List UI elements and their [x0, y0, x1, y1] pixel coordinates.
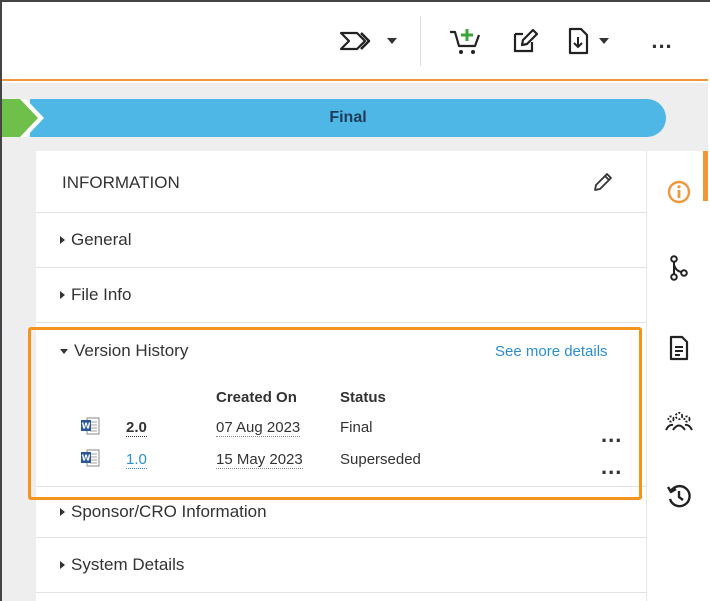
- edit-button[interactable]: [505, 24, 545, 58]
- section-label: System Details: [71, 555, 185, 574]
- version-created-on: 07 Aug 2023: [216, 419, 301, 437]
- information-header: INFORMATION: [36, 151, 646, 213]
- info-tab[interactable]: [664, 177, 694, 207]
- version-status: Final: [340, 419, 373, 436]
- svg-text:W: W: [82, 422, 91, 431]
- download-menu-button[interactable]: [554, 24, 622, 58]
- download-icon: [568, 27, 589, 55]
- column-header-created-on: Created On: [216, 389, 297, 406]
- section-system-details[interactable]: System Details: [36, 538, 646, 593]
- lifecycle-previous-stage[interactable]: [2, 99, 54, 137]
- caret-right-icon: [60, 291, 65, 299]
- section-label: General: [71, 230, 132, 249]
- column-header-status: Status: [340, 389, 386, 406]
- section-sponsor-cro-information[interactable]: Sponsor/CRO Information: [36, 486, 646, 538]
- chevron-down-icon: [387, 38, 397, 44]
- history-icon: [666, 484, 691, 508]
- version-status: Superseded: [340, 451, 421, 468]
- svg-text:W: W: [82, 454, 91, 463]
- relationships-icon: [670, 255, 688, 281]
- lifecycle-stage-final[interactable]: Final: [30, 99, 666, 137]
- more-icon[interactable]: ...: [601, 424, 622, 446]
- toolbar-divider: [420, 16, 421, 66]
- caret-down-icon: [60, 348, 68, 354]
- info-icon: [667, 180, 691, 204]
- add-to-cart-icon: [450, 29, 481, 54]
- document-icon: [669, 335, 689, 361]
- word-document-icon: W: [81, 417, 100, 435]
- edit-icon: [513, 28, 539, 53]
- add-to-cart-button[interactable]: [446, 24, 486, 58]
- right-rail: [646, 151, 708, 601]
- workflow-menu-button[interactable]: [334, 24, 402, 58]
- version-number[interactable]: 1.0: [126, 451, 147, 469]
- relationships-tab[interactable]: [664, 253, 694, 283]
- toolbar: ...: [2, 2, 708, 81]
- lifecycle-stage-label: Final: [329, 109, 367, 126]
- active-tab-indicator: [703, 151, 708, 201]
- people-icon: [665, 411, 693, 431]
- history-tab[interactable]: [664, 481, 694, 511]
- section-label: File Info: [71, 285, 132, 304]
- more-icon[interactable]: ...: [601, 456, 622, 478]
- section-version-history[interactable]: Version History: [60, 341, 188, 361]
- document-tab[interactable]: [664, 333, 694, 363]
- caret-right-icon: [60, 561, 65, 569]
- caret-right-icon: [60, 236, 65, 244]
- section-label: Sponsor/CRO Information: [71, 501, 267, 521]
- section-label: Version History: [74, 341, 189, 360]
- panel-title: INFORMATION: [62, 173, 180, 192]
- left-gutter: [2, 151, 36, 601]
- chevron-down-icon: [599, 38, 609, 44]
- version-created-on: 15 May 2023: [216, 451, 303, 469]
- people-tab[interactable]: [664, 407, 694, 437]
- information-panel: INFORMATION General File Info Version Hi…: [36, 151, 646, 601]
- more-actions-button[interactable]: ...: [642, 24, 682, 58]
- section-file-info[interactable]: File Info: [36, 268, 646, 323]
- see-more-details-link[interactable]: See more details: [495, 343, 608, 360]
- version-number[interactable]: 2.0: [126, 419, 147, 437]
- caret-right-icon: [60, 507, 65, 516]
- pencil-icon[interactable]: [592, 171, 614, 193]
- more-icon: ...: [651, 28, 673, 53]
- word-document-icon: W: [81, 449, 100, 467]
- section-general[interactable]: General: [36, 213, 646, 268]
- workflow-arrows-icon: [339, 31, 371, 51]
